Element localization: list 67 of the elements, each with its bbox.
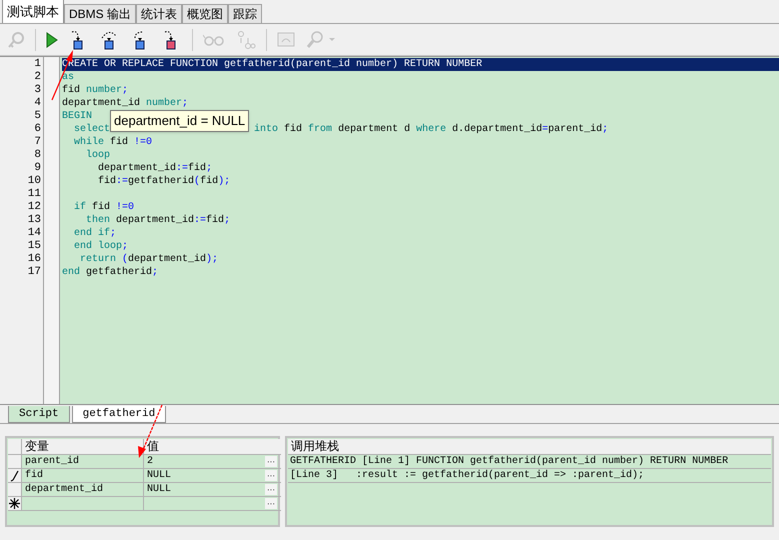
monitor-icon (277, 32, 295, 48)
code-text: fid:=getfatherid(fid); (97, 175, 230, 188)
code-text: BEGIN (62, 110, 92, 123)
code-text: return (department_id); (79, 253, 218, 266)
code-text: while fid !=0 (73, 136, 152, 149)
code-text: end if; (73, 227, 116, 240)
ellipsis-button[interactable]: ··· (265, 484, 277, 495)
line-number: 4 (33, 97, 42, 110)
line-number: 15 (26, 240, 42, 253)
line-number: 7 (33, 136, 42, 149)
key-icon (7, 30, 25, 48)
code-text: end getfatherid; (62, 266, 158, 279)
panel-header: 调用堆栈 (288, 439, 771, 455)
line-number: 8 (33, 149, 42, 162)
code-text: then department_id:=fid; (85, 214, 230, 227)
ellipsis-button[interactable]: ··· (265, 470, 277, 481)
code-text: end loop; (73, 240, 128, 253)
column-header: 值 (144, 439, 281, 455)
pencil-icon (10, 470, 20, 482)
line-number: 10 (26, 175, 42, 188)
code-text: loop (85, 149, 110, 162)
line-number: 6 (33, 123, 42, 136)
line-number: 14 (26, 227, 42, 240)
code-text: select (73, 123, 110, 136)
line-number: 1 (33, 58, 42, 71)
ellipsis-button[interactable]: ··· (265, 498, 277, 509)
corner-header (8, 439, 22, 455)
code-text: if fid !=0 (73, 201, 134, 214)
table-cell: parent_id (22, 455, 144, 469)
ellipsis-button[interactable]: ··· (265, 456, 277, 467)
tab[interactable]: 概览图 (182, 4, 228, 23)
line-number: 3 (33, 84, 42, 97)
line-number: 16 (26, 253, 42, 266)
row-header[interactable] (8, 497, 22, 511)
tab[interactable]: 跟踪 (228, 4, 262, 23)
line-number: 17 (26, 266, 42, 279)
code-text: fid number; (62, 84, 128, 97)
glasses-icon (203, 32, 225, 46)
code-text: into fid from department d where d.department_id=parent_id; (254, 123, 608, 136)
line-number: 12 (26, 201, 42, 214)
asterisk-icon (9, 498, 20, 509)
tab[interactable]: Script (8, 406, 70, 423)
play-icon (46, 32, 58, 48)
row-header[interactable] (8, 469, 22, 483)
line-number: 11 (26, 188, 42, 201)
magnifier-icon (306, 30, 336, 48)
line-number: 9 (33, 162, 42, 175)
table-cell: department_id (22, 483, 144, 497)
table-cell: NULL (144, 469, 261, 483)
line-number: 13 (26, 214, 42, 227)
tab[interactable]: getfatherid (72, 406, 166, 423)
code-text: department_id:=fid; (97, 162, 212, 175)
tab[interactable]: 统计表 (136, 4, 182, 23)
stack-frame: GETFATHERID [Line 1] FUNCTION getfatherid(parent_id number) RETURN NUMBER (288, 455, 771, 469)
line-number: 5 (33, 110, 42, 123)
table-cell: 2 (144, 455, 261, 469)
code-text: as (62, 71, 74, 84)
code-text: department_id number; (62, 97, 188, 110)
line-number: 2 (33, 71, 42, 84)
stack-frame: [Line 3] :result := getfatherid(parent_id => :parent_id); (288, 469, 771, 483)
table-cell: fid (22, 469, 144, 483)
tooltip: department_id = NULL (110, 110, 250, 132)
column-header: 变量 (22, 439, 144, 455)
binary-digits-icon (236, 30, 256, 50)
tab[interactable]: 测试脚本 (2, 0, 64, 23)
table-cell: NULL (144, 483, 261, 497)
tab[interactable]: DBMS 输出 (64, 4, 136, 23)
